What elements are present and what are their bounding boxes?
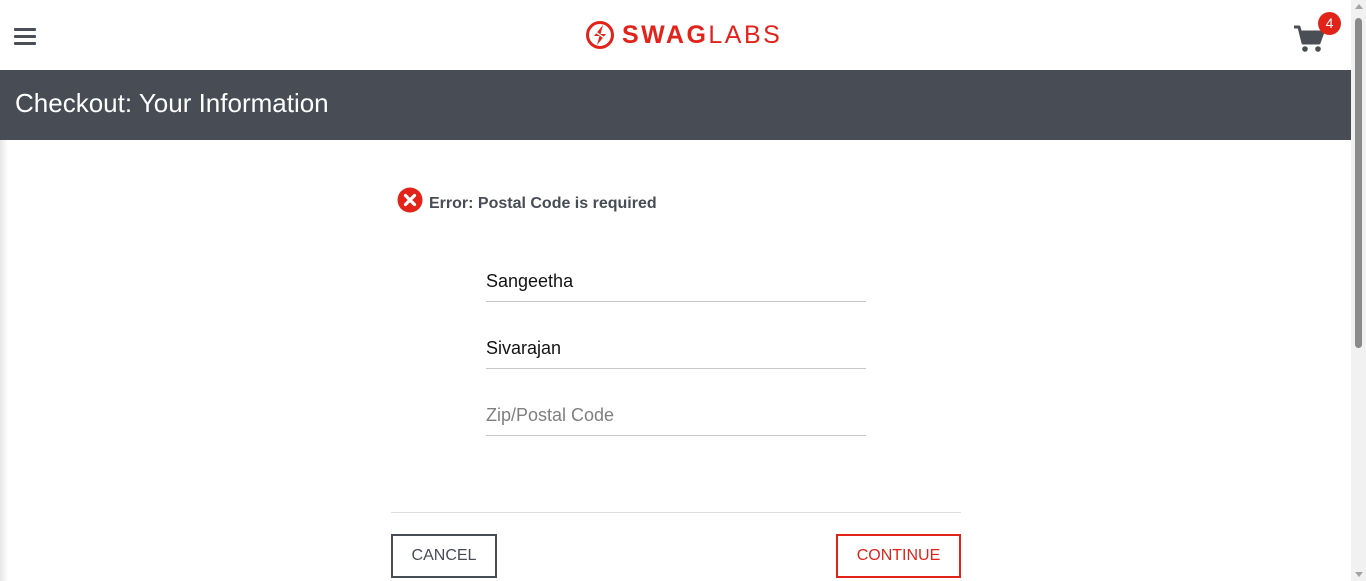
page-title: Checkout: Your Information — [15, 88, 329, 118]
last-name-field[interactable] — [486, 329, 866, 369]
continue-button[interactable]: CONTINUE — [836, 534, 961, 578]
vertical-scrollbar[interactable] — [1351, 0, 1366, 581]
hamburger-menu-icon[interactable] — [14, 28, 36, 45]
cart-count-badge: 4 — [1318, 12, 1341, 35]
error-message: Error: Postal Code is required — [397, 187, 657, 213]
first-name-field[interactable] — [486, 262, 866, 302]
error-text: Error: Postal Code is required — [429, 194, 657, 212]
scrollbar-thumb[interactable] — [1355, 18, 1362, 348]
error-x-circle-icon[interactable] — [397, 187, 423, 213]
postal-code-field[interactable] — [486, 396, 866, 436]
cancel-button[interactable]: CANCEL — [391, 534, 497, 578]
swag-labs-logo: SWAGLABS — [585, 19, 782, 51]
scroll-down-arrow-icon[interactable] — [1355, 572, 1363, 577]
logo-wordmark: SWAGLABS — [622, 21, 783, 49]
swag-labs-logo-icon — [586, 21, 614, 49]
form-divider — [391, 512, 961, 513]
scroll-up-arrow-icon[interactable] — [1355, 4, 1363, 9]
top-navigation-bar: SWAGLABS 4 — [0, 0, 1351, 70]
